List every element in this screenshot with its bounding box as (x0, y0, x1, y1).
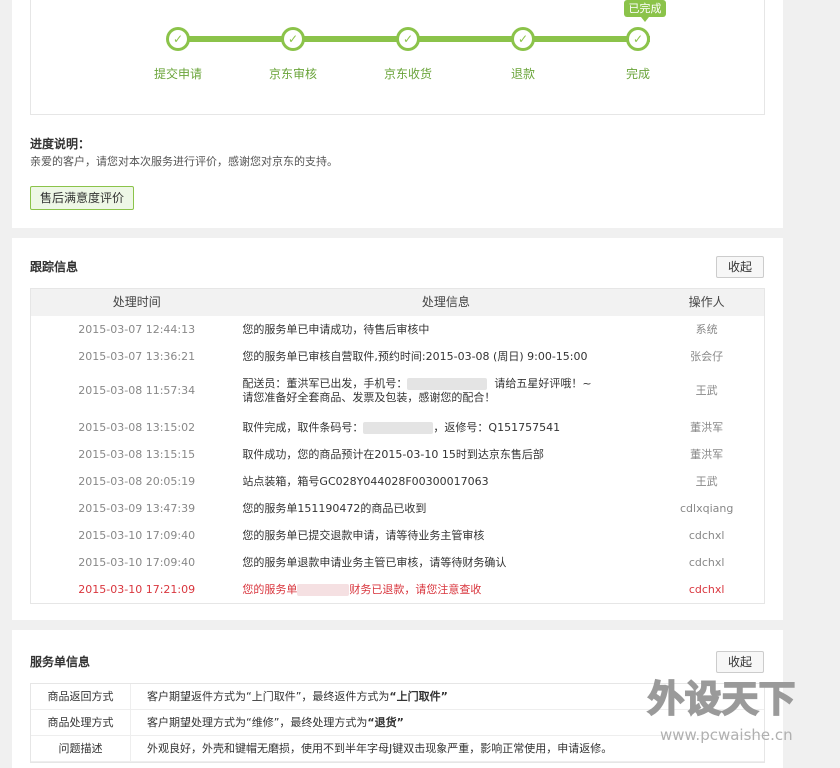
step-node: ✓ (626, 27, 650, 51)
row-time: 2015-03-08 11:57:34 (78, 384, 196, 397)
row-time: 2015-03-08 20:05:19 (78, 475, 196, 488)
row-message-part: 您的服务单 (242, 583, 298, 596)
row-operator: 张会仔 (690, 350, 724, 363)
step-refund: ✓ 退款 (483, 27, 563, 82)
step-receive: ✓ 京东收货 (368, 27, 448, 82)
satisfaction-eval-button[interactable]: 售后满意度评价 (30, 186, 134, 210)
progress-panel: 已完成 ✓ 提交申请 ✓ 京东审核 ✓ 京东收货 ✓ 退款 ✓ 完成 进度说明：… (12, 0, 783, 228)
tracking-panel: 跟踪信息 收起 处理时间 处理信息 操作人 2015-03-07 12:44:1… (12, 238, 783, 620)
row-message: 您的服务单已申请成功，待售后审核中 (242, 323, 430, 336)
row-time: 2015-03-08 13:15:15 (78, 448, 196, 461)
step-label: 京东收货 (383, 67, 432, 81)
row-message-part: ，返修号：Q151757541 (433, 421, 561, 434)
service-row-value: 外观良好，外壳和键帽无磨损，使用不到半年字母J键双击现象严重，影响正常使用，申请… (131, 736, 612, 761)
row-message: 您的服务单退款申请业务主管已审核，请等待财务确认 (242, 556, 507, 569)
done-badge: 已完成 (624, 0, 666, 22)
row-operator: 王武 (695, 475, 718, 488)
table-row: 2015-03-08 13:15:02 取件完成，取件条码号： ，返修号：Q151… (31, 414, 764, 441)
value-text: 客户期望处理方式为“维修”，最终处理方式为 (147, 716, 368, 729)
row-message-part: 财务已退款，请您注意查收 (349, 583, 482, 596)
step-label: 京东审核 (268, 67, 317, 81)
value-text: 外观良好，外壳和键帽无磨损，使用不到半年字母J键双击现象严重，影响正常使用，申请… (147, 742, 613, 755)
row-time: 2015-03-08 13:15:02 (78, 421, 196, 434)
table-row: 2015-03-07 12:44:13 您的服务单已申请成功，待售后审核中 系统 (31, 316, 764, 343)
value-emphasis: “上门取件” (389, 690, 448, 703)
row-operator: cdchxl (688, 583, 725, 596)
row-message-part: 请您准备好全套商品、发票及包装，感谢您的配合！ (242, 391, 496, 404)
step-node: ✓ (511, 27, 535, 51)
row-operator: cdchxl (688, 529, 725, 542)
step-review: ✓ 京东审核 (253, 27, 333, 82)
col-time: 处理时间 (112, 295, 161, 309)
table-row: 2015-03-09 13:47:39 您的服务单151190472的商品已收到… (31, 495, 764, 522)
value-text: 客户期望返件方式为“上门取件”，最终返件方式为 (147, 690, 390, 703)
step-node: ✓ (166, 27, 190, 51)
watermark-logo: 外设天下 www.pcwaishe.cn (640, 668, 830, 758)
service-row-value: 客户期望处理方式为“维修”，最终处理方式为“退货” (131, 710, 404, 735)
col-message: 处理信息 (421, 295, 470, 309)
row-time: 2015-03-07 13:36:21 (78, 350, 196, 363)
service-row-key: 问题描述 (31, 736, 131, 761)
row-message: 配送员：董洪军已出发，手机号： 请给五星好评哦！~ 请您准备好全套商品、发票及包… (242, 370, 649, 414)
table-row: 2015-03-10 17:09:40 您的服务单已提交退款申请，请等待业务主管… (31, 522, 764, 549)
table-header: 处理时间 处理信息 操作人 (31, 289, 764, 316)
check-icon: ✓ (517, 32, 529, 46)
table-row: 2015-03-08 20:05:19 站点装箱，箱号GC028Y044028F… (31, 468, 764, 495)
row-operator: 董洪军 (690, 448, 724, 461)
step-node: ✓ (396, 27, 420, 51)
row-message-part: 取件完成，取件条码号： (242, 421, 364, 434)
step-label: 退款 (510, 67, 535, 81)
check-icon: ✓ (287, 32, 299, 46)
row-message-part: 配送员：董洪军已出发，手机号： (242, 377, 408, 390)
step-label: 完成 (625, 67, 650, 81)
watermark-text: 外设天下 (647, 678, 797, 721)
value-emphasis: “退货” (367, 716, 404, 729)
row-message: 取件完成，取件条码号： ，返修号：Q151757541 (242, 414, 649, 441)
row-operator: 王武 (695, 384, 718, 397)
row-time: 2015-03-10 17:21:09 (78, 583, 196, 596)
row-message: 您的服务单已审核自营取件,预约时间:2015-03-08 (周日) 9:00-1… (242, 350, 588, 363)
step-complete: ✓ 完成 (598, 27, 678, 82)
step-label: 提交申请 (153, 67, 202, 81)
service-row-value: 客户期望返件方式为“上门取件”，最终返件方式为“上门取件” (131, 684, 448, 709)
row-message: 您的服务单已提交退款申请，请等待业务主管审核 (242, 529, 485, 542)
step-submit: ✓ 提交申请 (138, 27, 218, 82)
service-title: 服务单信息 (30, 655, 91, 669)
check-icon: ✓ (172, 32, 184, 46)
progress-note-text: 亲爱的客户，请您对本次服务进行评价，感谢您对京东的支持。 (30, 155, 338, 168)
service-row-key: 商品返回方式 (31, 684, 131, 709)
row-time: 2015-03-10 17:09:40 (78, 529, 196, 542)
tracking-collapse-button[interactable]: 收起 (716, 256, 764, 278)
step-node: ✓ (281, 27, 305, 51)
row-message: 站点装箱，箱号GC028Y044028F00300017063 (242, 475, 489, 488)
service-row-key: 商品处理方式 (31, 710, 131, 735)
check-icon: ✓ (632, 32, 644, 46)
row-operator: 董洪军 (690, 421, 724, 434)
tracking-title: 跟踪信息 (30, 260, 79, 274)
check-icon: ✓ (402, 32, 414, 46)
row-operator: 系统 (695, 323, 718, 336)
row-message: 取件成功，您的商品预计在2015-03-10 15时到达京东售后部 (242, 448, 544, 461)
watermark-url: www.pcwaishe.cn (660, 726, 793, 744)
progress-note-title: 进度说明： (30, 137, 91, 151)
row-time: 2015-03-10 17:09:40 (78, 556, 196, 569)
progress-tracker: 已完成 ✓ 提交申请 ✓ 京东审核 ✓ 京东收货 ✓ 退款 ✓ 完成 (30, 0, 765, 115)
row-message: 您的服务单 财务已退款，请您注意查收 (242, 576, 649, 603)
redacted-barcode (363, 422, 434, 434)
row-operator: cdlxqiang (679, 502, 734, 515)
redacted-phone (407, 378, 488, 390)
col-operator: 操作人 (688, 295, 725, 309)
table-row: 2015-03-08 13:15:15 取件成功，您的商品预计在2015-03-… (31, 441, 764, 468)
row-time: 2015-03-07 12:44:13 (78, 323, 196, 336)
row-message: 您的服务单151190472的商品已收到 (242, 502, 427, 515)
table-row: 2015-03-07 13:36:21 您的服务单已审核自营取件,预约时间:20… (31, 343, 764, 370)
table-row-highlight: 2015-03-10 17:21:09 您的服务单 财务已退款，请您注意查收 cd… (31, 576, 764, 603)
row-operator: cdchxl (688, 556, 725, 569)
tracking-table: 处理时间 处理信息 操作人 2015-03-07 12:44:13 您的服务单已… (30, 288, 765, 604)
table-row: 2015-03-10 17:09:40 您的服务单退款申请业务主管已审核，请等待… (31, 549, 764, 576)
redacted-amount (297, 584, 350, 596)
row-message-part: 请给五星好评哦！~ (494, 377, 592, 390)
row-time: 2015-03-09 13:47:39 (78, 502, 196, 515)
table-row: 2015-03-08 11:57:34 配送员：董洪军已出发，手机号： 请给五星… (31, 370, 764, 414)
